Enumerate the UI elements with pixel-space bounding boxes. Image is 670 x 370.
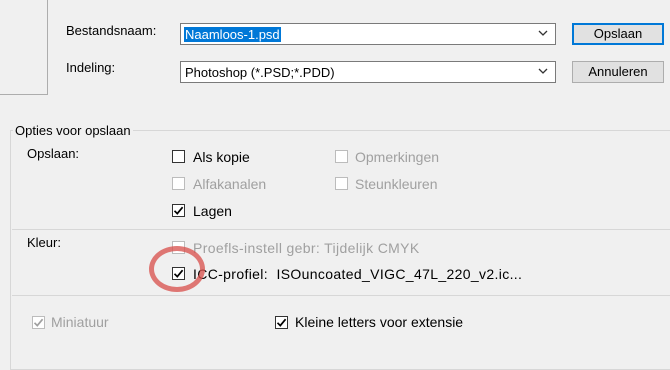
filename-value: Naamloos-1.psd [184, 27, 281, 42]
checkmark-icon [276, 318, 287, 327]
checkmark-icon [173, 206, 184, 215]
lowercase-extension-label: Kleine letters voor extensie [295, 314, 464, 330]
chevron-down-icon[interactable] [538, 66, 548, 76]
notes-checkbox[interactable] [335, 150, 348, 163]
format-label: Indeling: [66, 60, 116, 75]
chevron-down-icon[interactable] [538, 28, 548, 38]
alpha-channels-checkbox[interactable] [172, 177, 185, 190]
as-copy-checkbox[interactable] [172, 150, 185, 163]
thumbnail-checkbox[interactable] [32, 316, 45, 329]
icc-profile-checkbox[interactable] [172, 267, 185, 280]
color-section-label: Kleur: [27, 235, 61, 250]
icc-profile-label: ICC-profiel: ISOuncoated_VIGC_47L_220_v2… [193, 266, 523, 282]
save-button[interactable]: Opslaan [572, 23, 664, 45]
color-separator [12, 229, 670, 230]
left-navigation-panel [0, 0, 48, 95]
spot-colors-label: Steunkleuren [355, 176, 438, 192]
thumbnail-label: Miniatuur [51, 314, 109, 330]
cancel-button[interactable]: Annuleren [572, 61, 664, 83]
lowercase-extension-checkbox[interactable] [275, 316, 288, 329]
alpha-channels-label: Alfakanalen [193, 176, 267, 192]
layers-checkbox[interactable] [172, 204, 185, 217]
layers-label: Lagen [193, 203, 232, 219]
filename-label: Bestandsnaam: [66, 23, 157, 38]
checkmark-icon [173, 269, 184, 278]
format-select[interactable]: Photoshop (*.PSD;*.PDD) [180, 61, 556, 83]
proof-setup-checkbox[interactable] [172, 241, 185, 254]
checkmark-icon [33, 318, 44, 327]
spot-colors-checkbox[interactable] [335, 177, 348, 190]
proof-setup-label: Proefls-instell gebr: Tijdelijk CMYK [193, 240, 420, 256]
notes-label: Opmerkingen [355, 149, 440, 165]
save-options-title: Opties voor opslaan [13, 123, 133, 138]
format-value: Photoshop (*.PSD;*.PDD) [185, 65, 335, 80]
as-copy-label: Als kopie [193, 149, 250, 165]
filename-input[interactable]: Naamloos-1.psd [180, 23, 556, 45]
save-section-label: Opslaan: [27, 146, 80, 161]
bottom-separator [12, 295, 670, 296]
